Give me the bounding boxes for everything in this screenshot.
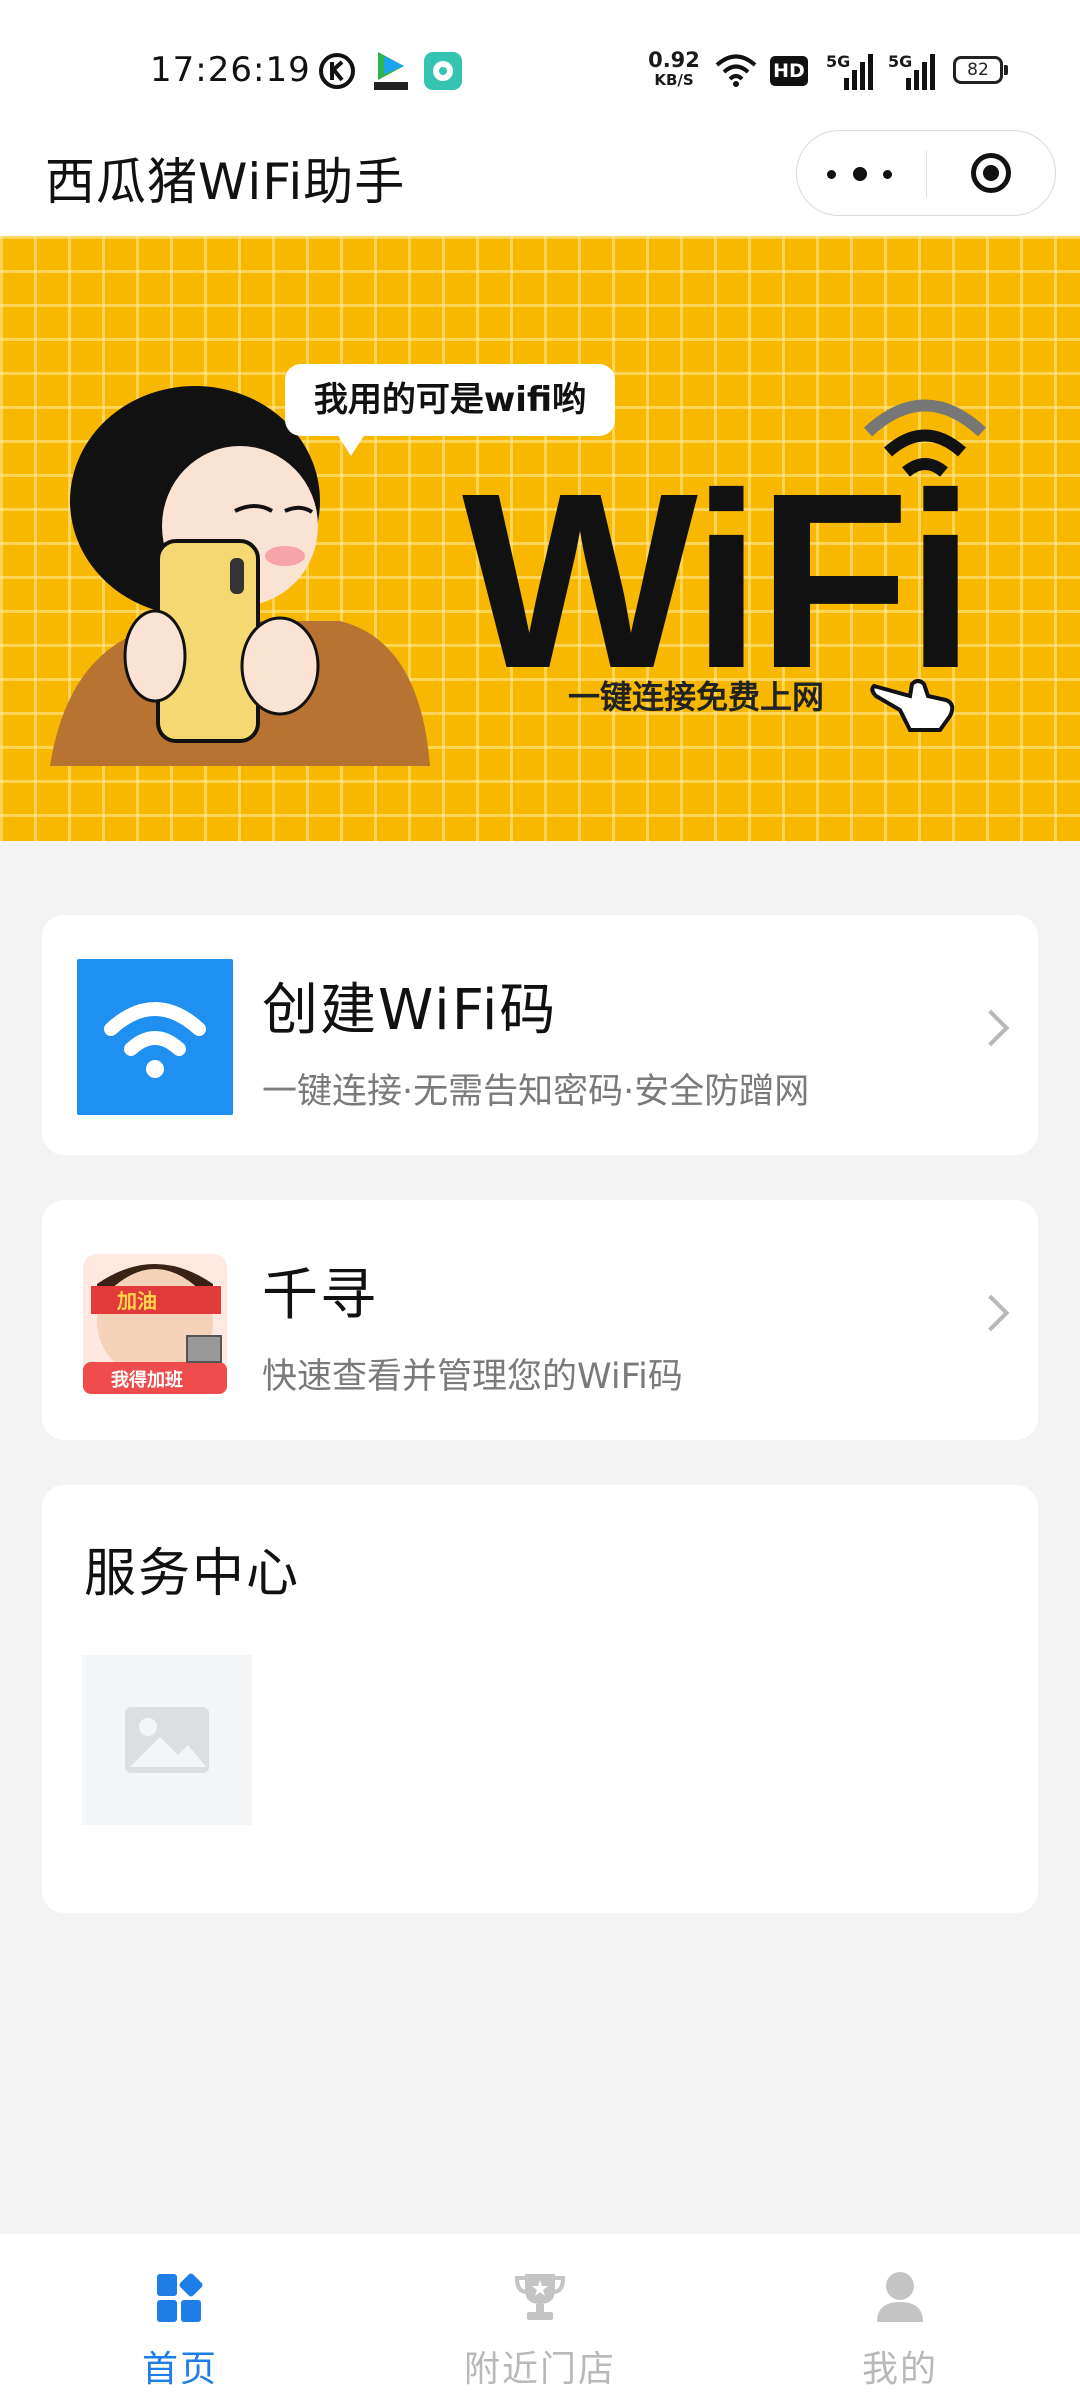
hd-voice-icon: HD bbox=[770, 56, 808, 86]
create-wifi-code-card[interactable]: 创建WiFi码 一键连接·无需告知密码·安全防蹭网 bbox=[42, 915, 1038, 1155]
tab-home[interactable]: 首页 bbox=[0, 2234, 360, 2400]
pointing-hand-icon bbox=[870, 679, 955, 732]
status-bar: 17:26:19 0.92 KB/S HD 5G 5G 82 bbox=[0, 0, 1080, 130]
service-center-section: 服务中心 bbox=[42, 1485, 1038, 1913]
trophy-icon bbox=[515, 2274, 565, 2320]
headband-text: 加油 bbox=[116, 1289, 157, 1313]
mini-program-title-bar: 西瓜猪WiFi助手 bbox=[0, 130, 1080, 236]
tab-nearby-stores[interactable]: 附近门店 bbox=[360, 2234, 720, 2400]
bottom-tab-bar: 首页 附近门店 我的 bbox=[0, 2234, 1080, 2400]
video-app-icon bbox=[374, 52, 408, 90]
k-app-icon bbox=[319, 53, 355, 89]
network-speed: 0.92 KB/S bbox=[648, 50, 700, 88]
promo-banner[interactable]: 我用的可是wifi哟 WiFi 一键连接免费上网 bbox=[0, 236, 1080, 841]
signal-2-label: 5G bbox=[888, 52, 913, 71]
tab-label: 附近门店 bbox=[463, 2349, 616, 2390]
wifi-tile bbox=[77, 959, 233, 1115]
capsule-menu bbox=[796, 130, 1056, 216]
person-icon bbox=[877, 2272, 923, 2322]
signal-icon-2: 5G bbox=[888, 50, 940, 90]
signal-icon-1: 5G bbox=[826, 50, 878, 90]
card-subtitle: 快速查看并管理您的WiFi码 bbox=[262, 1357, 683, 1397]
more-options-button[interactable] bbox=[797, 131, 926, 215]
status-time: 17:26:19 bbox=[150, 50, 311, 90]
qianxun-card[interactable]: 加油 我得加班 千寻 快速查看并管理您的WiFi码 bbox=[42, 1200, 1038, 1440]
image-placeholder-icon bbox=[125, 1707, 209, 1773]
chevron-right-icon bbox=[972, 1009, 1010, 1047]
signal-1-label: 5G bbox=[826, 52, 851, 71]
page-title: 西瓜猪WiFi助手 bbox=[45, 153, 406, 211]
home-grid-icon bbox=[157, 2273, 203, 2322]
tab-label: 首页 bbox=[141, 2349, 218, 2390]
service-item-placeholder[interactable] bbox=[82, 1655, 252, 1825]
network-speed-unit: KB/S bbox=[654, 71, 694, 89]
message-app-icon bbox=[424, 52, 462, 90]
close-miniprogram-button[interactable] bbox=[927, 131, 1055, 215]
section-title: 服务中心 bbox=[84, 1544, 301, 1604]
card-subtitle: 一键连接·无需告知密码·安全防蹭网 bbox=[262, 1072, 810, 1112]
user-avatar: 加油 我得加班 bbox=[83, 1254, 227, 1394]
network-speed-value: 0.92 bbox=[648, 48, 700, 72]
card-title: 千寻 bbox=[262, 1263, 378, 1328]
chevron-right-icon bbox=[972, 1294, 1010, 1332]
avatar-caption: 我得加班 bbox=[111, 1369, 183, 1391]
wifi-status-icon bbox=[715, 54, 757, 87]
banner-slogan: 一键连接免费上网 bbox=[568, 678, 825, 716]
tab-label: 我的 bbox=[861, 2349, 938, 2390]
card-title: 创建WiFi码 bbox=[262, 978, 558, 1043]
battery-icon: 82 bbox=[953, 56, 1008, 84]
tab-mine[interactable]: 我的 bbox=[720, 2234, 1080, 2400]
wifi-icon bbox=[104, 1002, 206, 1078]
speech-bubble: 我用的可是wifi哟 bbox=[285, 364, 615, 456]
